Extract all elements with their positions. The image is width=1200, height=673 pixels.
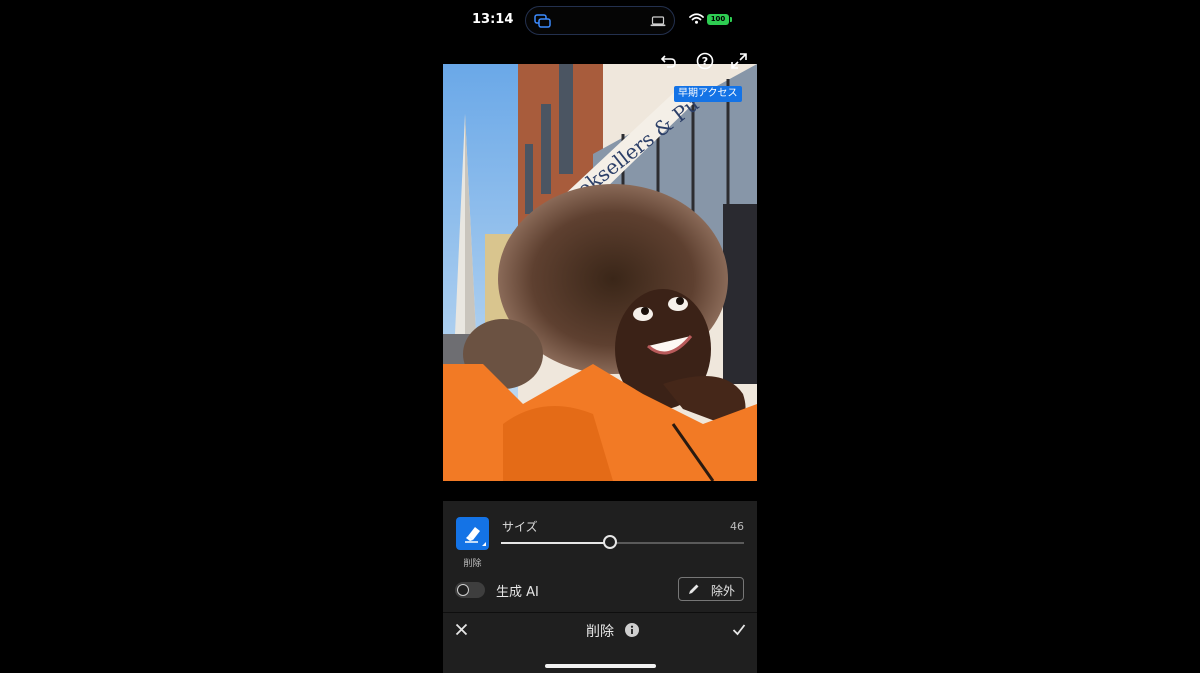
laptop-icon: [650, 16, 666, 27]
photo-canvas[interactable]: Booksellers & Pu: [443, 64, 757, 481]
check-icon[interactable]: [732, 623, 746, 636]
close-icon[interactable]: [455, 623, 468, 636]
tabs-icon: [534, 14, 551, 28]
remove-tool-label: 削除: [463, 559, 482, 569]
pencil-icon: [689, 584, 699, 594]
generative-ai-label: 生成 AI: [496, 585, 539, 600]
footer-title: 削除: [586, 624, 614, 640]
size-slider[interactable]: [501, 535, 744, 549]
eraser-icon: [465, 527, 486, 546]
undo-icon[interactable]: [660, 52, 678, 70]
wifi-icon: [689, 13, 704, 24]
size-label: サイズ: [502, 520, 538, 534]
exclude-label: 除外: [711, 584, 736, 598]
divider: [443, 612, 757, 613]
early-access-badge: 早期アクセス: [674, 86, 742, 102]
size-slider-fill: [501, 542, 611, 544]
toggle-knob: [457, 584, 469, 596]
svg-text:?: ?: [702, 55, 708, 68]
size-value: 46: [730, 520, 744, 533]
expand-icon[interactable]: [730, 52, 748, 70]
battery-indicator: 100: [707, 14, 732, 25]
info-icon[interactable]: [625, 623, 639, 637]
dynamic-island: [525, 6, 675, 35]
exclude-button[interactable]: 除外: [678, 577, 744, 601]
remove-tool-button[interactable]: [456, 517, 489, 550]
status-time: 13:14: [472, 12, 514, 27]
home-indicator: [545, 664, 656, 668]
help-icon[interactable]: ?: [696, 52, 714, 70]
generative-ai-toggle[interactable]: [455, 582, 485, 598]
